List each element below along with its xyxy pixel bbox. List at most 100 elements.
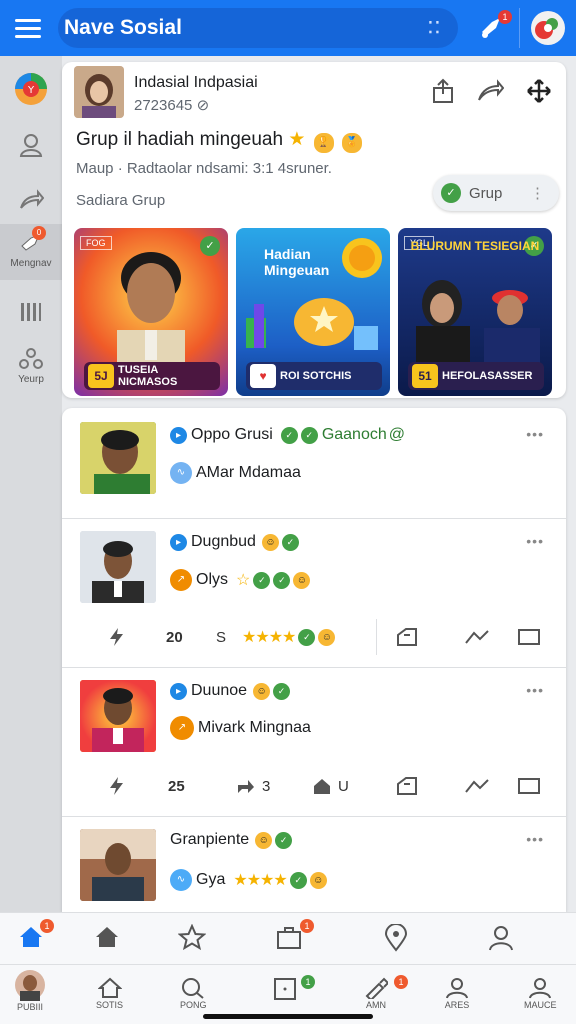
divider <box>376 619 377 655</box>
megaphone-notifications-button[interactable]: 1 <box>472 8 512 48</box>
feed-post[interactable]: ▸ Dugnbud ☺ ✓ ↗ Olys ☆ ✓ ✓ ☺ ••• 20 S ★★… <box>62 519 566 668</box>
home-count[interactable]: U <box>312 777 349 795</box>
group-owner-name[interactable]: Indasial Indpasiai <box>134 74 258 92</box>
nav-sotis[interactable]: SOTIS <box>96 977 123 1010</box>
move-button[interactable] <box>526 78 552 109</box>
nav-home[interactable] <box>94 925 120 949</box>
heart-badge: ♥ <box>250 364 276 388</box>
nav-favorites[interactable] <box>178 924 206 950</box>
search-title-bar[interactable]: Nave Sosial ⁚⁚ <box>58 8 458 48</box>
trend-icon: ∿ <box>170 869 192 891</box>
post-tag[interactable]: Gaanoch <box>322 426 387 444</box>
post-author-line: Granpiente ☺ ✓ <box>170 831 293 849</box>
forward-button[interactable] <box>464 627 490 647</box>
post-subtitle: Gya <box>196 871 226 888</box>
post-author[interactable]: Duunoe <box>191 682 247 700</box>
bottom-nav-primary: 1 1 <box>0 912 576 964</box>
group-owner-handle: 2723645 ⊘ <box>134 97 210 114</box>
post-author[interactable]: Granpiente <box>170 831 249 849</box>
post-avatar[interactable] <box>80 680 156 752</box>
save-button[interactable] <box>396 776 418 796</box>
rail-item-group[interactable]: Yeurp <box>0 348 62 385</box>
profile-icon <box>489 926 513 951</box>
boost-button[interactable] <box>108 776 126 796</box>
rail-badge: 0 <box>32 226 46 240</box>
check-icon: ✓ <box>253 571 271 589</box>
more-icon[interactable]: ••• <box>526 831 544 847</box>
nav-mauce[interactable]: MAUCE <box>524 977 557 1010</box>
group-meta: Maup · Radtaolar ndsami: 3:1 4sruner. <box>76 160 332 177</box>
nav-search[interactable]: PONG <box>180 977 207 1010</box>
user-icon <box>19 134 43 157</box>
share-count[interactable]: 3 <box>236 777 270 795</box>
post-actions: 20 S ★★★★ ✓ ☺ <box>62 615 566 659</box>
feed-post[interactable]: Granpiente ☺ ✓ ∿ Gya ★★★★ ✓ ☺ ••• <box>62 817 566 912</box>
rail-item-user[interactable] <box>0 132 62 158</box>
group-tile-2[interactable]: Hadian Mingeuan ♥ ROI SOTCHIS <box>236 228 390 396</box>
share-count[interactable]: S <box>216 629 226 646</box>
rail-item-logo[interactable]: Y <box>0 72 62 106</box>
forward-button[interactable] <box>476 78 505 109</box>
more-vertical-icon[interactable]: ⋮ <box>530 184 545 202</box>
share-export-button[interactable] <box>430 78 456 109</box>
star-icon <box>178 924 206 950</box>
nav-me[interactable]: PUBIII <box>14 969 46 1012</box>
more-icon[interactable]: ••• <box>526 533 544 549</box>
post-avatar[interactable] <box>80 531 156 603</box>
nav-amn[interactable]: 1 AMN <box>364 975 408 1010</box>
nav-profile[interactable] <box>488 925 514 951</box>
boost-button[interactable] <box>108 627 126 647</box>
move-icon <box>527 79 551 103</box>
home-outline-icon <box>96 927 118 947</box>
comment-button[interactable] <box>518 777 540 795</box>
comment-icon <box>518 778 540 794</box>
rail-item-share[interactable] <box>0 188 62 214</box>
bars-icon <box>21 303 41 321</box>
group-tile-1[interactable]: FOG ✓ 5J TUSEIA NICMASOS <box>74 228 228 396</box>
post-subtitle: AMar Mdamaa <box>196 464 301 481</box>
share-arrow-icon <box>238 780 254 793</box>
group-tile-3[interactable]: YGL ✓ BLURUMN TESIEGIAN 51 HEFOLASASSER <box>398 228 552 396</box>
rail-item-label: Yeurp <box>18 374 44 385</box>
group-owner-avatar[interactable] <box>74 66 124 118</box>
nav-home-active[interactable]: 1 <box>18 919 54 949</box>
home-indicator <box>203 1014 373 1019</box>
menu-icon[interactable] <box>0 0 56 56</box>
group-title[interactable]: Grup il hadiah mingeuah ★ 🏆 🏅 <box>76 128 362 153</box>
check-icon: ✓ <box>289 871 307 889</box>
post-author[interactable]: Dugnbud <box>191 533 256 551</box>
feed-post[interactable]: ▸ Duunoe ☺ ✓ ↗ Mivark Mingnaa ••• 25 3 U <box>62 668 566 817</box>
more-icon[interactable]: ••• <box>526 426 544 442</box>
post-author[interactable]: Oppo Grusi <box>191 426 273 444</box>
like-count[interactable]: 20 <box>166 629 183 646</box>
nav-notes[interactable]: 1 <box>273 975 315 1001</box>
profile-avatar-button[interactable] <box>528 8 568 48</box>
emoji-icon: ☺ <box>253 682 271 700</box>
rating[interactable]: ★★★★ ✓ ☺ <box>242 627 336 647</box>
nav-ares[interactable]: ARES <box>444 977 470 1010</box>
rail-item-bars[interactable] <box>0 300 62 324</box>
play-icon: ▸ <box>170 426 187 444</box>
save-button[interactable] <box>396 627 418 647</box>
post-sub-line: ↗ Olys ☆ ✓ ✓ ☺ <box>170 569 311 591</box>
forward-icon <box>465 630 489 644</box>
rail-item-mengnav[interactable]: 0 Mengnav <box>0 224 62 280</box>
post-avatar[interactable] <box>80 422 156 494</box>
dots-icon[interactable]: ⁚⁚ <box>428 18 442 38</box>
top-app-bar: Nave Sosial ⁚⁚ 1 <box>0 0 576 56</box>
post-sub-line: ∿ AMar Mdamaa <box>170 462 301 484</box>
nav-location[interactable] <box>384 924 408 952</box>
tile-headline: Hadian Mingeuan <box>264 246 330 278</box>
post-avatar[interactable] <box>80 829 156 901</box>
app-title: Nave Sosial <box>64 16 182 39</box>
person-photo <box>117 252 185 368</box>
grup-button[interactable]: ✓ Grup ⋮ <box>433 175 559 211</box>
more-icon[interactable]: ••• <box>526 682 544 698</box>
feed-post[interactable]: ▸ Oppo Grusi ✓ ✓ Gaanoch @ ∿ AMar Mdamaa… <box>62 408 566 519</box>
bookmark-icon <box>397 628 417 646</box>
nav-bag[interactable]: 1 <box>276 919 314 949</box>
nav-label: SOTIS <box>96 1000 124 1010</box>
forward-button[interactable] <box>464 776 490 796</box>
like-count[interactable]: 25 <box>168 778 185 795</box>
comment-button[interactable] <box>518 628 540 646</box>
